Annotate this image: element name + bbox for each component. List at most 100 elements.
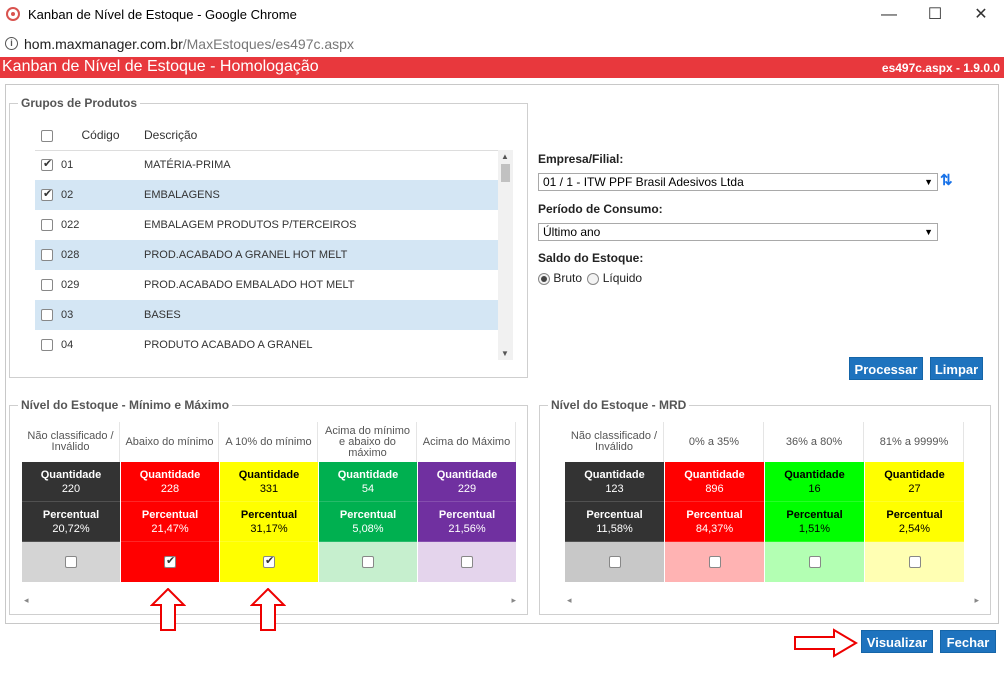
arrow-up-annotation-2	[250, 588, 286, 631]
saldo-radio-group: Bruto Líquido	[538, 271, 642, 285]
kanban-filter-checkbox[interactable]	[65, 556, 77, 568]
minimize-button[interactable]: —	[866, 0, 912, 30]
scroll-left-icon[interactable]: ◂	[24, 595, 29, 606]
kanban-filter-checkbox[interactable]	[263, 554, 275, 568]
quantity-block: Quantidade 229	[418, 462, 516, 502]
quantity-block: Quantidade 54	[319, 462, 417, 502]
empresa-select[interactable]: 01 / 1 - ITW PPF Brasil Adesivos Ltda ▼	[538, 173, 938, 191]
row-code: 03	[61, 309, 74, 321]
maximize-button[interactable]: ☐	[912, 0, 958, 30]
grupos-table: Código Descrição 01 MATÉRIA-PRIMA 02 EMBALA…	[35, 120, 499, 360]
kanban-filter-checkbox[interactable]	[808, 556, 821, 568]
kanban-filter-checkbox[interactable]	[608, 556, 621, 568]
percent-value: 84,37%	[695, 523, 734, 535]
quantity-value: 229	[457, 483, 477, 495]
table-row[interactable]: 022 EMBALAGEM PRODUTOS P/TERCEIROS	[35, 210, 499, 240]
row-checkbox[interactable]	[41, 309, 53, 322]
page-title: Kanban de Nível de Estoque - Homologação	[2, 58, 319, 75]
minmax-column: Acima do mínimo e abaixo do máximo Quanti…	[319, 422, 417, 582]
scroll-down-icon[interactable]: ▼	[501, 349, 509, 358]
close-window-button[interactable]: ✕	[958, 0, 1004, 30]
saldo-liquido-label: Líquido	[602, 271, 643, 285]
scroll-right-icon[interactable]: ▸	[974, 595, 979, 606]
mrd-column: 36% a 80% Quantidade 16 Percentual 1,51%	[765, 422, 864, 582]
site-info-icon[interactable]: i	[5, 37, 18, 50]
grupos-scrollbar[interactable]: ▲ ▼	[498, 150, 513, 360]
percent-label: Percentual	[438, 509, 496, 521]
scroll-up-icon[interactable]: ▲	[501, 152, 509, 161]
processar-button[interactable]: Processar	[849, 357, 923, 380]
row-checkbox[interactable]	[41, 249, 53, 262]
quantity-block: Quantidade 896	[665, 462, 764, 502]
address-bar[interactable]: i hom.maxmanager.com.br/MaxEstoques/es49…	[0, 30, 1004, 58]
fechar-button[interactable]: Fechar	[940, 630, 996, 653]
percent-block: Percentual 21,56%	[418, 502, 516, 542]
scrollbar-thumb[interactable]	[501, 164, 510, 182]
quantity-value: 54	[361, 483, 375, 495]
quantity-block: Quantidade 331	[220, 462, 318, 502]
table-row[interactable]: 03 BASES	[35, 300, 499, 330]
quantity-label: Quantidade	[337, 469, 399, 481]
row-checkbox[interactable]	[41, 279, 53, 292]
table-row[interactable]: 029 PROD.ACABADO EMBALADO HOT MELT	[35, 270, 499, 300]
table-row[interactable]: 028 PROD.ACABADO A GRANEL HOT MELT	[35, 240, 499, 270]
percent-label: Percentual	[586, 509, 643, 521]
mrd-hscroll[interactable]: ◂ ▸	[565, 593, 981, 609]
kanban-filter-cell	[865, 542, 964, 582]
scroll-left-icon[interactable]: ◂	[567, 595, 572, 606]
visualizar-button[interactable]: Visualizar	[861, 630, 933, 653]
kanban-column-header: Não classificado / Inválido	[565, 422, 664, 462]
kanban-filter-checkbox[interactable]	[164, 554, 176, 568]
kanban-filter-checkbox[interactable]	[461, 556, 473, 568]
minmax-column: Não classificado / Inválido Quantidade 220…	[22, 422, 120, 582]
row-description: EMBALAGEM PRODUTOS P/TERCEIROS	[144, 219, 357, 231]
kanban-filter-cell	[665, 542, 764, 582]
kanban-filter-cell	[22, 542, 120, 582]
col-descricao-header: Descrição	[144, 127, 198, 142]
refresh-icon[interactable]: ⇅	[940, 171, 953, 189]
scroll-right-icon[interactable]: ▸	[511, 595, 516, 606]
percent-label: Percentual	[886, 509, 943, 521]
saldo-bruto-radio[interactable]	[538, 272, 550, 285]
kanban-filter-checkbox[interactable]	[362, 556, 374, 568]
saldo-bruto-label: Bruto	[553, 271, 583, 285]
percent-label: Percentual	[339, 509, 397, 521]
percent-value: 20,72%	[52, 523, 90, 535]
row-checkbox[interactable]	[41, 339, 53, 352]
kanban-column-header: Acima do Máximo	[418, 422, 516, 462]
quantity-value: 16	[808, 483, 821, 495]
periodo-select[interactable]: Último ano ▼	[538, 223, 938, 241]
kanban-filter-checkbox[interactable]	[708, 556, 721, 568]
arrow-right-annotation	[794, 628, 858, 658]
app-logo-icon	[6, 7, 20, 21]
table-row[interactable]: 02 EMBALAGENS	[35, 180, 499, 210]
row-checkbox[interactable]	[41, 219, 53, 232]
percent-label: Percentual	[240, 509, 298, 521]
kanban-column-header: Não classificado / Inválido	[22, 422, 120, 462]
row-checkbox[interactable]	[41, 157, 53, 172]
page-version: es497c.aspx - 1.9.0.0	[881, 61, 1000, 75]
percent-block: Percentual 11,58%	[565, 502, 664, 542]
quantity-value: 331	[259, 483, 279, 495]
saldo-liquido-radio[interactable]	[587, 272, 600, 285]
quantity-value: 228	[160, 483, 180, 495]
app-header: Kanban de Nível de Estoque - Homologação…	[0, 57, 1004, 78]
table-row[interactable]: 01 MATÉRIA-PRIMA	[35, 150, 499, 180]
row-code: 02	[61, 189, 74, 201]
limpar-button[interactable]: Limpar	[930, 357, 983, 380]
kanban-filter-cell	[765, 542, 864, 582]
row-checkbox[interactable]	[41, 187, 53, 202]
percent-block: Percentual 20,72%	[22, 502, 120, 542]
saldo-label: Saldo do Estoque:	[538, 251, 644, 265]
kanban-filter-checkbox[interactable]	[908, 556, 921, 568]
table-row[interactable]: 04 PRODUTO ACABADO A GRANEL	[35, 330, 499, 360]
row-code: 028	[61, 249, 80, 261]
select-all-checkbox[interactable]	[41, 129, 53, 142]
percent-block: Percentual 84,37%	[665, 502, 764, 542]
percent-block: Percentual 5,08%	[319, 502, 417, 542]
percent-value: 31,17%	[250, 523, 288, 535]
kanban-filter-cell	[220, 542, 318, 582]
url-text[interactable]: hom.maxmanager.com.br/MaxEstoques/es497c…	[24, 36, 354, 52]
periodo-select-value: Último ano	[543, 225, 601, 239]
empresa-label: Empresa/Filial:	[538, 152, 624, 166]
